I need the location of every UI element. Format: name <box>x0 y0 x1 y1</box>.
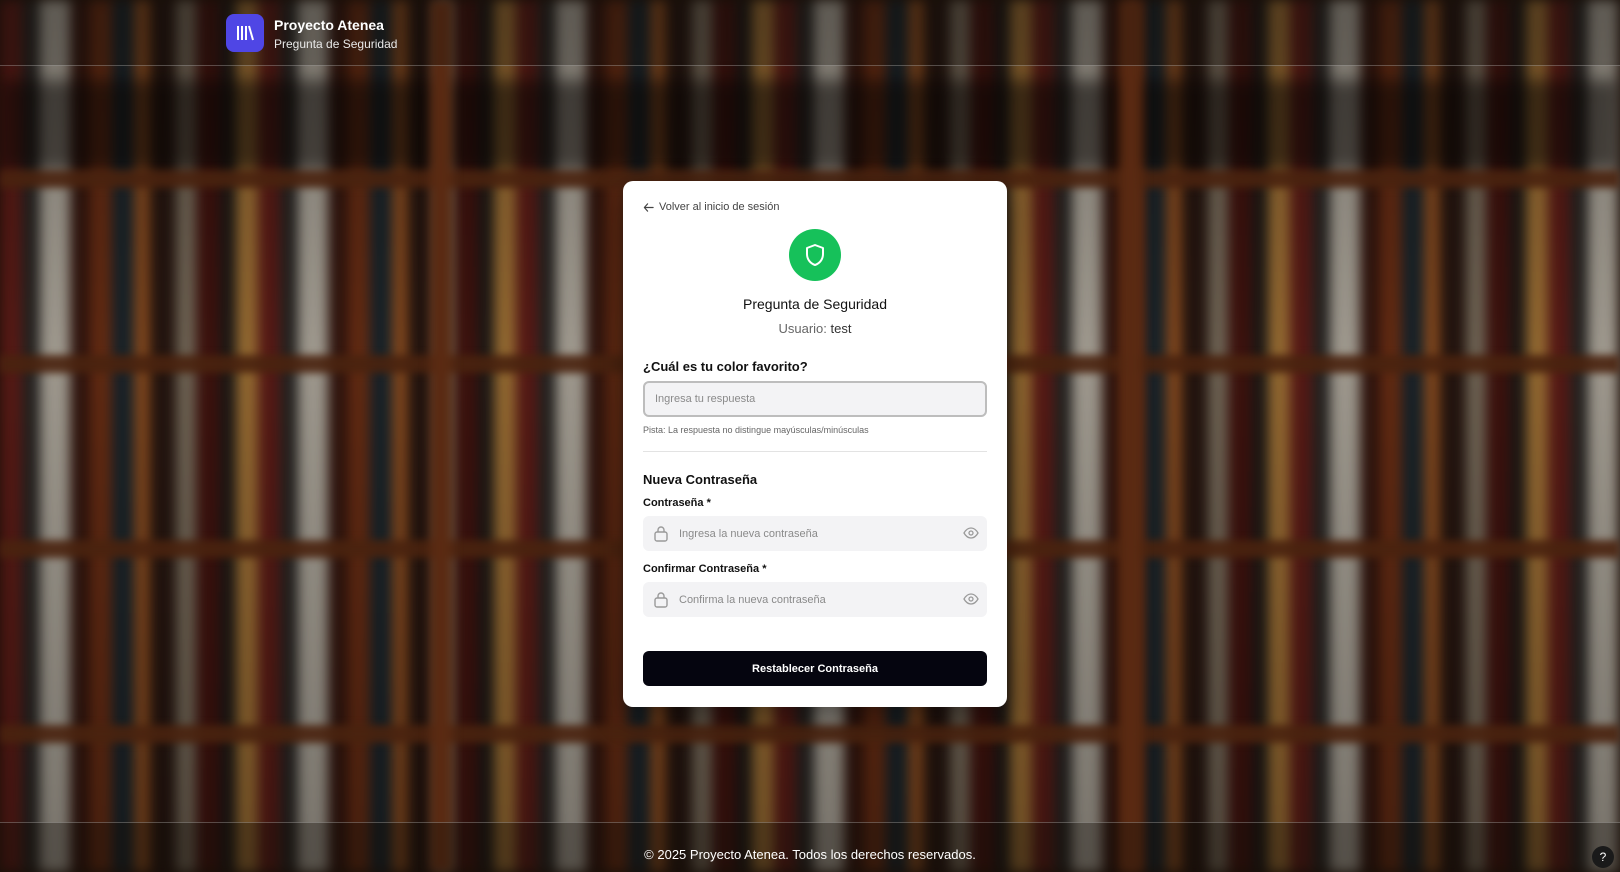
back-to-login-link[interactable]: Volver al inicio de sesión <box>643 201 779 213</box>
eye-icon[interactable] <box>963 526 979 540</box>
background-frame <box>1120 0 1142 872</box>
answer-hint: Pista: La respuesta no distingue mayúscu… <box>643 425 869 435</box>
user-info: Usuario: test <box>623 321 1007 336</box>
security-question-card: Volver al inicio de sesión Pregunta de S… <box>623 181 1007 707</box>
footer-copyright: © 2025 Proyecto Atenea. Todos los derech… <box>644 847 976 862</box>
back-link-label: Volver al inicio de sesión <box>659 201 780 213</box>
new-password-input[interactable] <box>679 516 949 551</box>
divider <box>643 451 987 452</box>
security-question: ¿Cuál es tu color favorito? <box>643 359 808 374</box>
eye-icon[interactable] <box>963 592 979 606</box>
background-shade <box>0 80 1620 170</box>
confirm-password-input[interactable] <box>679 582 949 617</box>
confirm-password-field <box>643 582 987 617</box>
security-answer-input[interactable] <box>643 381 987 417</box>
lock-icon <box>654 592 668 608</box>
app-title: Proyecto Atenea <box>274 17 384 33</box>
footer: © 2025 Proyecto Atenea. Todos los derech… <box>0 822 1620 872</box>
reset-password-button[interactable]: Restablecer Contraseña <box>643 651 987 686</box>
user-label: Usuario: <box>778 321 827 336</box>
card-title: Pregunta de Seguridad <box>743 296 887 312</box>
background-shelf <box>0 725 1620 743</box>
password-field <box>643 516 987 551</box>
help-button[interactable]: ? <box>1592 846 1614 868</box>
new-password-title: Nueva Contraseña <box>643 472 758 487</box>
lock-icon <box>654 526 668 542</box>
library-icon <box>226 14 264 52</box>
top-bar: Proyecto Atenea Pregunta de Seguridad <box>0 0 1620 66</box>
user-name: test <box>830 321 852 336</box>
password-label: Contraseña * <box>643 497 711 509</box>
background-frame <box>430 0 452 872</box>
confirm-password-label: Confirmar Contraseña * <box>643 563 767 575</box>
shield-icon <box>789 229 841 281</box>
app-subtitle: Pregunta de Seguridad <box>274 37 398 51</box>
arrow-left-icon <box>643 202 654 212</box>
